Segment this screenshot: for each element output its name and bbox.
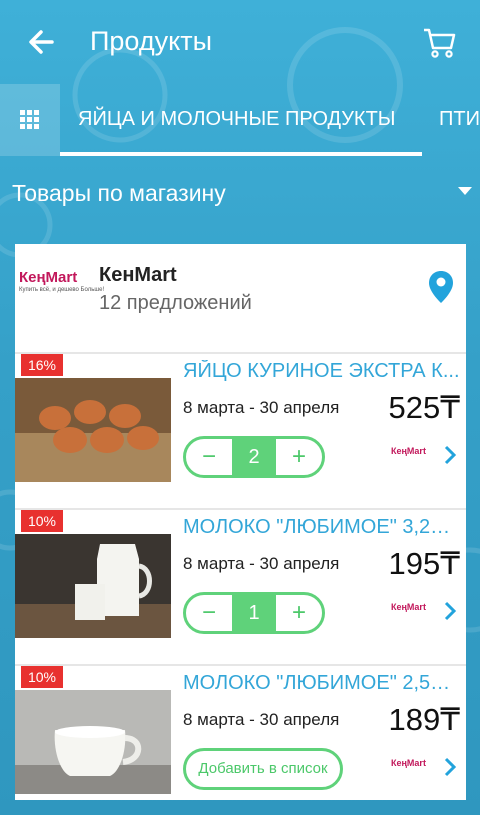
product-image-milk[interactable]: [15, 534, 171, 638]
quantity-stepper: − 1 +: [183, 592, 325, 634]
filter-label: Товары по магазину: [12, 180, 226, 206]
store-mini-logo: КеңMart: [391, 446, 426, 456]
product-price: 189₸: [388, 702, 460, 737]
discount-badge: 10%: [21, 666, 63, 688]
product-item: 16% ЯЙЦО КУРИНОЕ ЭКСТРА К... 8 марта - 3…: [15, 354, 466, 510]
product-name[interactable]: ЯЙЦО КУРИНОЕ ЭКСТРА К...: [183, 360, 463, 383]
increase-quantity-button[interactable]: +: [276, 439, 322, 475]
tab-eggs-dairy[interactable]: ЯЙЦА И МОЛОЧНЫЕ ПРОДУКТЫ: [78, 108, 396, 131]
decrease-quantity-button[interactable]: −: [186, 595, 232, 631]
dropdown-arrow-icon: [458, 187, 472, 195]
chevron-right-icon[interactable]: [442, 444, 458, 466]
chevron-right-icon[interactable]: [442, 600, 458, 622]
add-to-list-button[interactable]: Добавить в список: [183, 748, 343, 790]
back-arrow-icon[interactable]: [22, 22, 62, 62]
store-offers-card: КеңMart Купить всё, и дешево Больше! Кен…: [15, 244, 466, 800]
product-item: 10% МОЛОКО "ЛЮБИМОЕ" 3,2%... 8 марта - 3…: [15, 510, 466, 666]
page-title: Продукты: [90, 26, 212, 56]
product-item: 10% МОЛОКО "ЛЮБИМОЕ" 2,5%... 8 марта - 3…: [15, 666, 466, 800]
increase-quantity-button[interactable]: +: [276, 595, 322, 631]
product-date-range: 8 марта - 30 апреля: [183, 398, 340, 417]
grid-icon: [20, 110, 39, 129]
quantity-value: 1: [232, 595, 276, 631]
store-mini-logo: КеңMart: [391, 758, 426, 768]
store-logo: КеңMart Купить всё, и дешево Больше!: [19, 269, 105, 294]
discount-badge: 10%: [21, 510, 63, 532]
quantity-stepper: − 2 +: [183, 436, 325, 478]
product-image-eggs[interactable]: [15, 378, 171, 482]
quantity-value: 2: [232, 439, 276, 475]
location-pin-icon[interactable]: [428, 270, 454, 304]
tab-poultry[interactable]: ПТИ: [439, 108, 480, 131]
store-name: КенMart: [99, 264, 177, 286]
product-image-milk-jug[interactable]: [15, 690, 171, 794]
product-name[interactable]: МОЛОКО "ЛЮБИМОЕ" 3,2%...: [183, 516, 463, 539]
store-filter-dropdown[interactable]: Товары по магазину: [0, 156, 480, 228]
store-header: КеңMart Купить всё, и дешево Больше! Кен…: [15, 244, 466, 352]
product-price: 525₸: [388, 390, 460, 425]
discount-badge: 16%: [21, 354, 63, 376]
product-name[interactable]: МОЛОКО "ЛЮБИМОЕ" 2,5%...: [183, 672, 463, 695]
product-price: 195₸: [388, 546, 460, 581]
product-date-range: 8 марта - 30 апреля: [183, 554, 340, 573]
product-date-range: 8 марта - 30 апреля: [183, 710, 340, 729]
chevron-right-icon[interactable]: [442, 756, 458, 778]
category-tabs: ЯЙЦА И МОЛОЧНЫЕ ПРОДУКТЫ ПТИ: [0, 84, 480, 156]
decrease-quantity-button[interactable]: −: [186, 439, 232, 475]
store-offers-count: 12 предложений: [99, 292, 252, 314]
store-mini-logo: КеңMart: [391, 602, 426, 612]
cart-icon[interactable]: [422, 24, 458, 60]
categories-grid-button[interactable]: [0, 84, 60, 156]
app-bar: Продукты: [0, 0, 480, 84]
